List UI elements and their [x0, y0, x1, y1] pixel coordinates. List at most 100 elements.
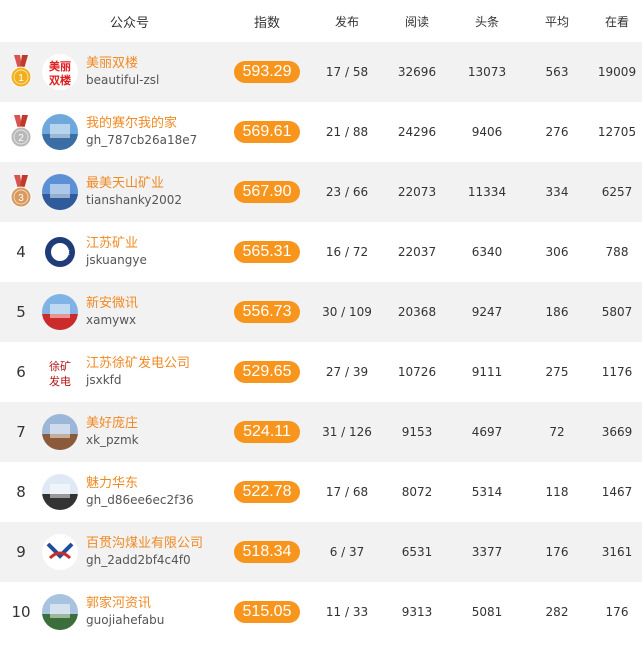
- rank-cell: 2: [0, 115, 42, 149]
- avatar[interactable]: 徐矿发电: [42, 354, 78, 390]
- account-cell[interactable]: 最美天山矿业 tianshanky2002: [42, 174, 222, 210]
- table-row[interactable]: 9 百贯沟煤业有限公司 gh_2add2bf4c4f0 518.34 6 / 37 653…: [0, 522, 642, 582]
- avatar[interactable]: [42, 414, 78, 450]
- account-id: jsxkfd: [86, 373, 122, 387]
- account-name[interactable]: 美丽双楼: [86, 55, 159, 72]
- rank-number: 8: [16, 483, 26, 501]
- account-name[interactable]: 郭家河资讯: [86, 595, 164, 612]
- read-cell: 22073: [397, 185, 437, 199]
- index-score-badge: 569.61: [234, 121, 300, 143]
- rank-cell: 10: [0, 603, 42, 621]
- account-id: xamywx: [86, 313, 137, 327]
- watching-cell: 3669: [601, 425, 633, 439]
- index-cell: 515.05: [222, 601, 312, 623]
- avatar[interactable]: [42, 534, 78, 570]
- header-read[interactable]: 阅读: [382, 13, 452, 30]
- avatar[interactable]: 美丽双楼: [42, 54, 78, 90]
- rank-number: 5: [16, 303, 26, 321]
- read-cell: 8072: [401, 485, 433, 499]
- table-header: 公众号 指数 发布 阅读 头条 平均 在看: [0, 0, 642, 42]
- headline-cell: 5314: [471, 485, 503, 499]
- index-cell: 518.34: [222, 541, 312, 563]
- publish-cell: 17 / 58: [325, 65, 369, 79]
- publish-cell: 27 / 39: [325, 365, 369, 379]
- avatar[interactable]: JSME: [42, 234, 78, 270]
- headline-cell: 5081: [471, 605, 503, 619]
- table-row[interactable]: 4 JSME 江苏矿业 jskuangye 565.31 16 / 72 22037 6340…: [0, 222, 642, 282]
- account-name[interactable]: 江苏徐矿发电公司: [86, 355, 190, 372]
- average-cell: 275: [545, 365, 569, 379]
- account-cell[interactable]: 我的赛尔我的家 gh_787cb26a18e7: [42, 114, 222, 150]
- rank-cell: 9: [0, 543, 42, 561]
- header-account[interactable]: 公众号: [42, 12, 222, 31]
- table-row[interactable]: 1 美丽 双楼 美丽双楼 beautiful-zsl 593.29 17 / 58 32696…: [0, 42, 642, 102]
- header-average[interactable]: 平均: [522, 13, 592, 30]
- rank-number: 10: [11, 603, 31, 621]
- header-index[interactable]: 指数: [222, 12, 312, 31]
- account-name[interactable]: 百贯沟煤业有限公司: [86, 535, 203, 552]
- publish-cell: 23 / 66: [325, 185, 369, 199]
- account-id: tianshanky2002: [86, 193, 182, 207]
- average-cell: 306: [545, 245, 569, 259]
- read-cell: 10726: [397, 365, 437, 379]
- index-score-badge: 567.90: [234, 181, 300, 203]
- avatar[interactable]: [42, 594, 78, 630]
- headline-cell: 9406: [471, 125, 503, 139]
- account-name[interactable]: 江苏矿业: [86, 235, 147, 252]
- index-cell: 567.90: [222, 181, 312, 203]
- medal-icon: 1: [10, 55, 32, 88]
- read-cell: 9153: [401, 425, 433, 439]
- account-cell[interactable]: 美好庞庄 xk_pzmk: [42, 414, 222, 450]
- headline-cell: 6340: [471, 245, 503, 259]
- index-score-badge: 529.65: [234, 361, 300, 383]
- avatar[interactable]: [42, 174, 78, 210]
- account-cell[interactable]: 新安微讯 xamywx: [42, 294, 222, 330]
- account-name[interactable]: 最美天山矿业: [86, 175, 182, 192]
- account-text: 江苏矿业 jskuangye: [86, 235, 147, 269]
- account-cell[interactable]: 美丽 双楼 美丽双楼 beautiful-zsl: [42, 54, 222, 90]
- account-cell[interactable]: 魅力华东 gh_d86ee6ec2f36: [42, 474, 222, 510]
- avatar[interactable]: [42, 474, 78, 510]
- account-name[interactable]: 美好庞庄: [86, 415, 139, 432]
- rank-number: 7: [16, 423, 26, 441]
- account-cell[interactable]: 百贯沟煤业有限公司 gh_2add2bf4c4f0: [42, 534, 222, 570]
- rank-cell: 3: [0, 175, 42, 209]
- table-row[interactable]: 7 美好庞庄 xk_pzmk 524.11 31 / 126 9153 4697 72 3669: [0, 402, 642, 462]
- avatar[interactable]: [42, 294, 78, 330]
- account-cell[interactable]: 徐矿 发电 江苏徐矿发电公司 jsxkfd: [42, 354, 222, 390]
- table-row[interactable]: 8 魅力华东 gh_d86ee6ec2f36 522.78 17 / 68 8072 531…: [0, 462, 642, 522]
- index-score-badge: 593.29: [234, 61, 300, 83]
- account-name[interactable]: 新安微讯: [86, 295, 138, 312]
- account-text: 魅力华东 gh_d86ee6ec2f36: [86, 475, 194, 509]
- index-cell: 569.61: [222, 121, 312, 143]
- header-headline[interactable]: 头条: [452, 13, 522, 30]
- index-cell: 556.73: [222, 301, 312, 323]
- avatar[interactable]: [42, 114, 78, 150]
- average-cell: 176: [545, 545, 569, 559]
- account-cell[interactable]: 郭家河资讯 guojiahefabu: [42, 594, 222, 630]
- table-row[interactable]: 2 我的赛尔我的家 gh_787cb26a18e7 569.61 21 / 88 2429…: [0, 102, 642, 162]
- publish-cell: 21 / 88: [325, 125, 369, 139]
- average-cell: 282: [545, 605, 569, 619]
- account-id: jskuangye: [86, 253, 147, 267]
- table-row[interactable]: 3 最美天山矿业 tianshanky2002 567.90 23 / 66 22073 1…: [0, 162, 642, 222]
- account-cell[interactable]: JSME 江苏矿业 jskuangye: [42, 234, 222, 270]
- account-text: 最美天山矿业 tianshanky2002: [86, 175, 182, 209]
- watching-cell: 6257: [601, 185, 633, 199]
- table-row[interactable]: 6 徐矿 发电 江苏徐矿发电公司 jsxkfd 529.65 27 / 39 10726 911…: [0, 342, 642, 402]
- headline-cell: 9247: [471, 305, 503, 319]
- publish-cell: 17 / 68: [325, 485, 369, 499]
- table-body: 1 美丽 双楼 美丽双楼 beautiful-zsl 593.29 17 / 58 32696…: [0, 42, 642, 642]
- header-watching[interactable]: 在看: [592, 13, 642, 30]
- header-publish[interactable]: 发布: [312, 13, 382, 30]
- index-cell: 524.11: [222, 421, 312, 443]
- headline-cell: 4697: [471, 425, 503, 439]
- account-text: 郭家河资讯 guojiahefabu: [86, 595, 164, 629]
- account-name[interactable]: 魅力华东: [86, 475, 194, 492]
- table-row[interactable]: 5 新安微讯 xamywx 556.73 30 / 109 20368 9247 186 580…: [0, 282, 642, 342]
- table-row[interactable]: 10 郭家河资讯 guojiahefabu 515.05 11 / 33 9313 5081…: [0, 582, 642, 642]
- headline-cell: 13073: [467, 65, 507, 79]
- account-name[interactable]: 我的赛尔我的家: [86, 115, 197, 132]
- medal-icon: 3: [10, 175, 32, 208]
- account-id: gh_d86ee6ec2f36: [86, 493, 194, 507]
